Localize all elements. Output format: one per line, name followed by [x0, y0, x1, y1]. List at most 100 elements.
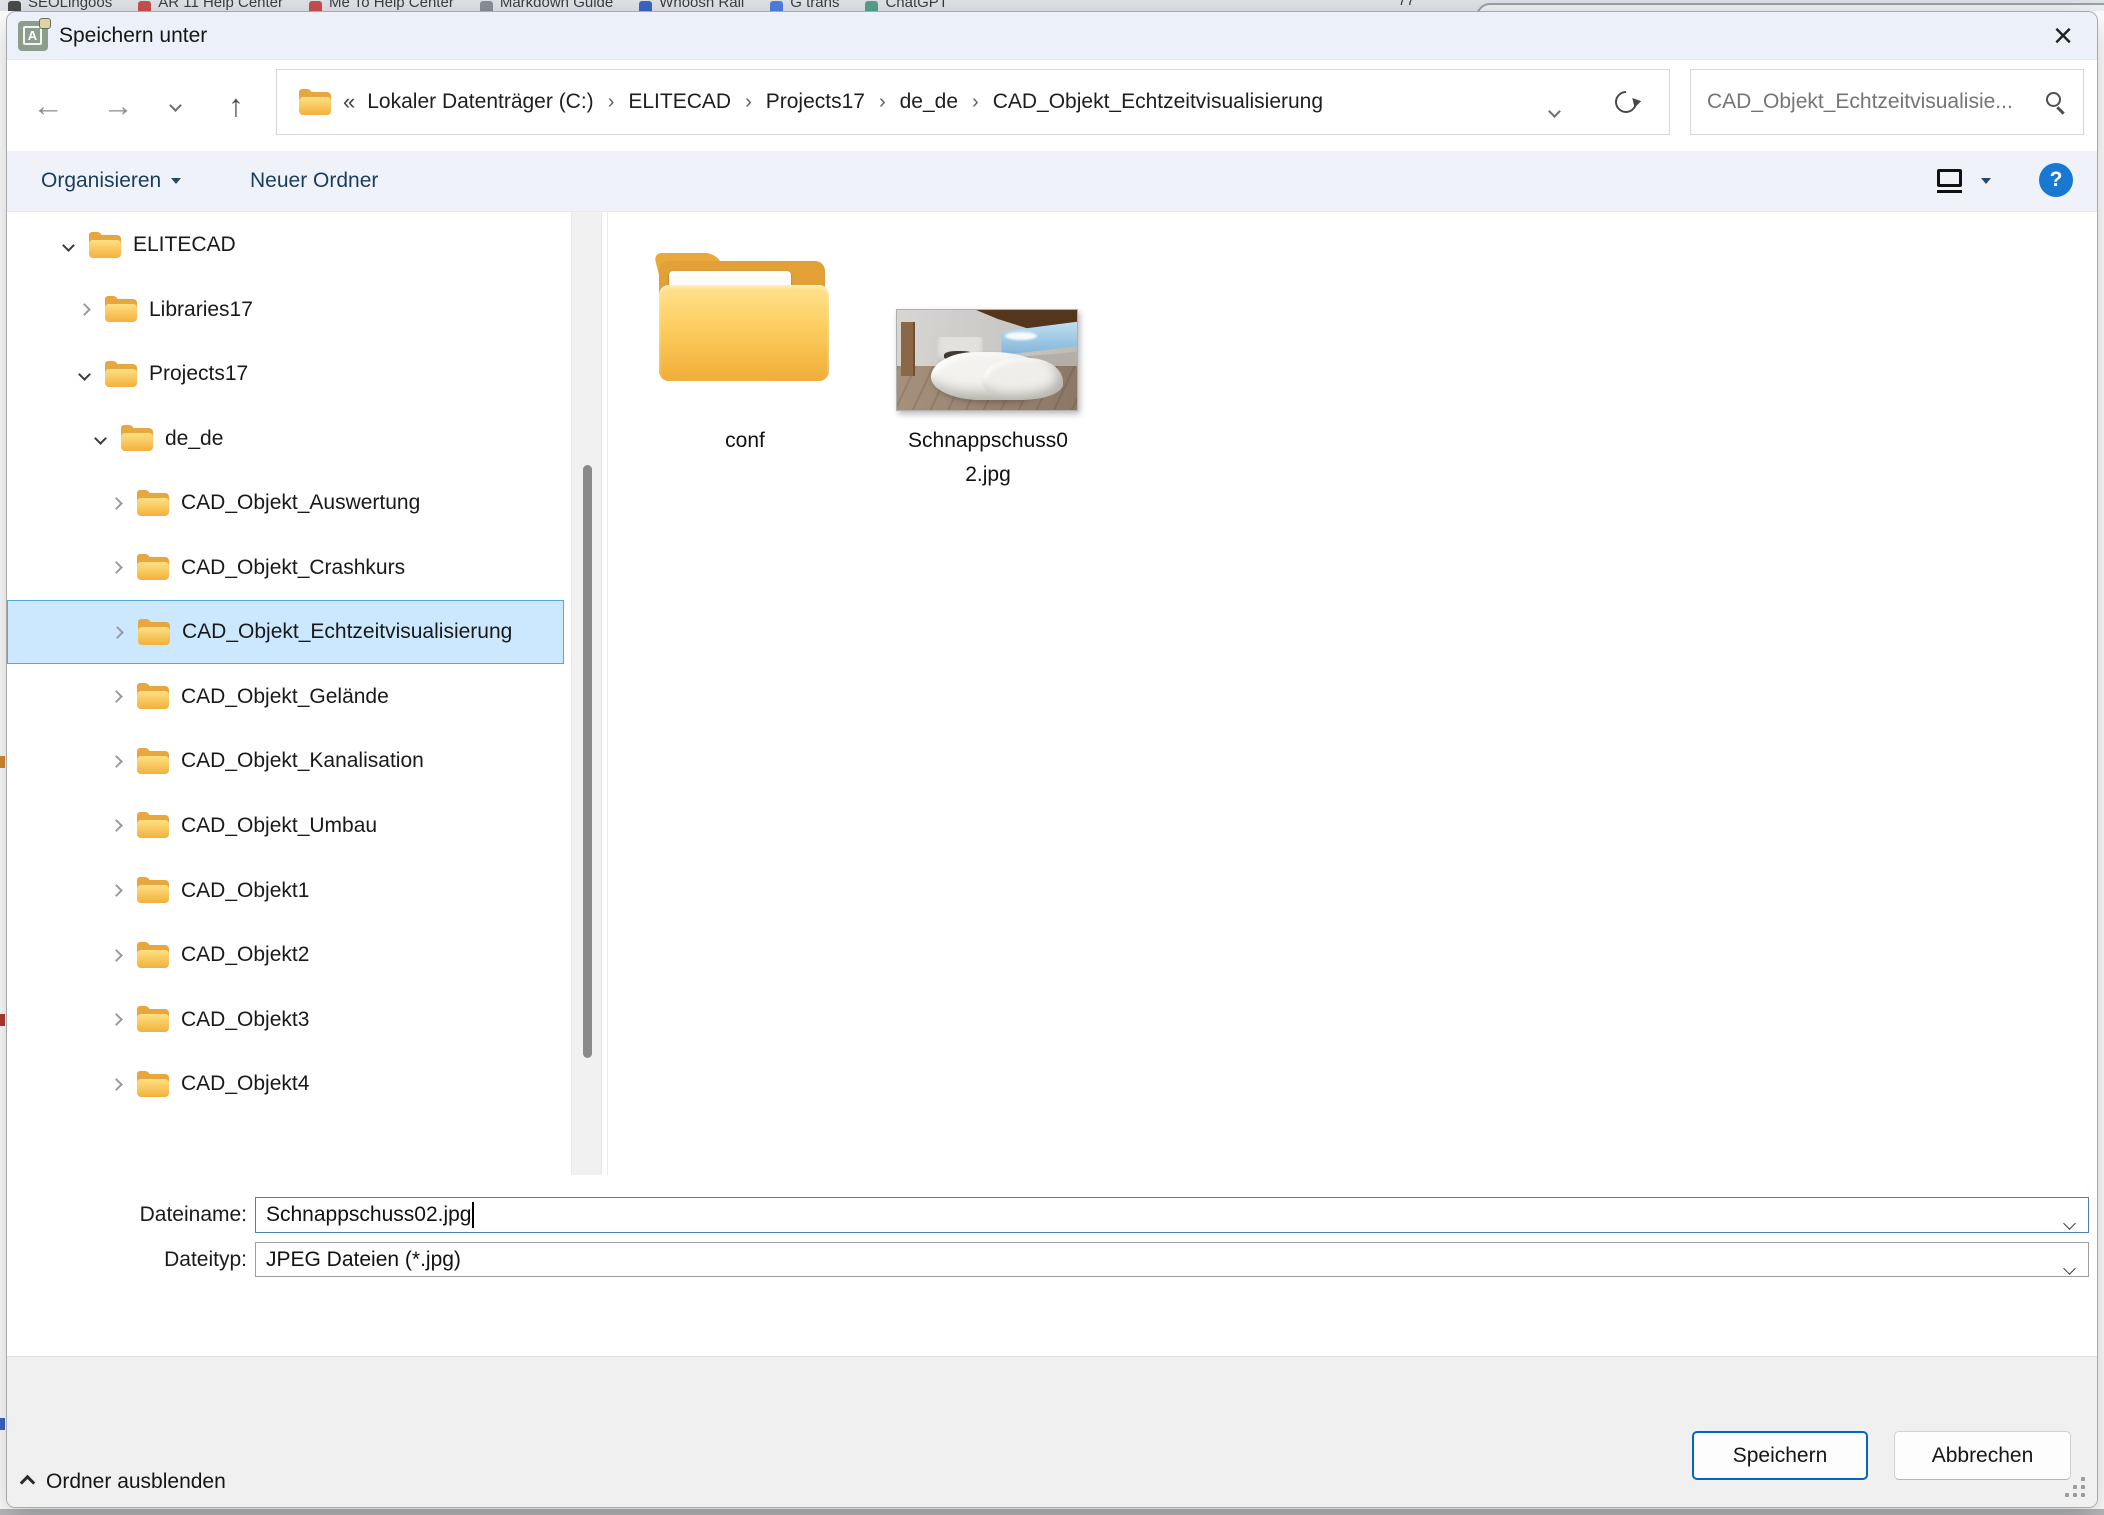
tree-expander-icon[interactable] [62, 239, 75, 252]
folder-icon [299, 90, 331, 115]
breadcrumb-segment[interactable]: Projects17 [764, 90, 867, 114]
tree-expander-icon[interactable] [110, 755, 123, 768]
favicon [865, 1, 878, 11]
bookmark-item[interactable]: ChatGPT [865, 0, 948, 11]
tree-expander-icon[interactable] [110, 884, 123, 897]
tree-item[interactable]: Projects17 [7, 342, 564, 406]
tree-scrollbar[interactable] [571, 212, 602, 1175]
tree-expander-icon[interactable] [110, 690, 123, 703]
tree-item[interactable]: CAD_Objekt4 [7, 1052, 564, 1116]
bookmark-item[interactable]: Whoosh Rail [639, 0, 744, 11]
save-button[interactable]: Speichern [1692, 1431, 1868, 1480]
file-label[interactable]: Schnappschuss0 2.jpg [887, 424, 1089, 492]
tree-expander-icon[interactable] [94, 432, 107, 445]
hide-folders-button[interactable]: Ordner ausblenden [22, 1465, 226, 1499]
refresh-icon[interactable] [1610, 86, 1641, 117]
tree-item-label: CAD_Objekt1 [181, 879, 309, 903]
breadcrumb-segment[interactable]: de_de [898, 90, 960, 114]
tree-item[interactable]: CAD_Objekt_Auswertung [7, 471, 564, 535]
tree-item[interactable]: de_de [7, 407, 564, 471]
cancel-button[interactable]: Abbrechen [1894, 1431, 2071, 1480]
toolbar: Organisieren Neuer Ordner ? [7, 151, 2097, 212]
breadcrumb-segment[interactable]: CAD_Objekt_Echtzeitvisualisierung [991, 90, 1325, 114]
favicon [770, 1, 783, 11]
new-folder-button[interactable]: Neuer Ordner [250, 151, 378, 211]
tree-item[interactable]: CAD_Objekt3 [7, 988, 564, 1052]
folder-tree: ELITECAD Libraries17 Projects17 de_de CA… [7, 212, 565, 1175]
address-bar[interactable]: « Lokaler Datenträger (C:)›ELITECAD›Proj… [276, 69, 1670, 135]
favicon [138, 1, 151, 11]
chevron-down-icon[interactable] [2065, 1210, 2074, 1234]
pane-divider [607, 212, 608, 1175]
bookmark-item[interactable]: AR 11 Help Center [138, 0, 283, 11]
tree-item[interactable]: CAD_Objekt_Crashkurs [7, 536, 564, 600]
folder-icon [137, 878, 169, 903]
tree-item[interactable]: CAD_Objekt_Echtzeitvisualisierung [7, 600, 564, 664]
organize-button[interactable]: Organisieren [41, 151, 181, 211]
search-box[interactable]: CAD_Objekt_Echtzeitvisualisie... [1690, 69, 2084, 135]
tree-item[interactable]: CAD_Objekt2 [7, 923, 564, 987]
tree-expander-icon[interactable] [110, 949, 123, 962]
breadcrumb-segment[interactable]: ELITECAD [626, 90, 733, 114]
tree-expander-icon[interactable] [110, 497, 123, 510]
view-dropdown-caret-icon[interactable] [1981, 178, 1991, 184]
tree-expander-icon[interactable] [78, 303, 91, 316]
resize-grip[interactable] [2065, 1477, 2087, 1499]
tree-expander-icon[interactable] [111, 626, 124, 639]
filename-label: Dateiname: [7, 1203, 247, 1227]
tree-expander-icon[interactable] [110, 820, 123, 833]
address-dropdown[interactable] [1550, 98, 1559, 122]
tree-item-label: CAD_Objekt_Umbau [181, 814, 377, 838]
breadcrumb-segment[interactable]: Lokaler Datenträger (C:) [365, 90, 595, 114]
scrollbar-thumb[interactable] [583, 465, 592, 1058]
help-button[interactable]: ? [2039, 163, 2073, 197]
chevron-down-icon [169, 99, 182, 112]
recent-locations-dropdown[interactable] [155, 60, 195, 151]
filetype-select[interactable]: JPEG Dateien (*.jpg) [255, 1242, 2089, 1277]
chevron-down-icon [1548, 105, 1561, 118]
file-item-conf-folder[interactable] [659, 253, 829, 387]
view-icon [1937, 169, 1962, 187]
view-mode-button[interactable] [1933, 165, 1965, 197]
tree-item[interactable]: CAD_Objekt1 [7, 859, 564, 923]
tree-item[interactable]: CAD_Objekt_Kanalisation [7, 729, 564, 793]
breadcrumb-prefix: « [343, 89, 355, 115]
folder-icon [121, 426, 153, 451]
folder-icon [137, 555, 169, 580]
folder-icon [89, 233, 121, 258]
search-icon [2046, 92, 2061, 107]
filename-input[interactable]: Schnappschuss02.jpg [255, 1197, 2089, 1233]
folder-icon [137, 684, 169, 709]
tree-item[interactable]: CAD_Objekt_Umbau [7, 794, 564, 858]
tree-item-label: Projects17 [149, 362, 248, 386]
forward-button[interactable]: → [95, 60, 141, 151]
close-icon[interactable]: × [2041, 14, 2085, 58]
background-browser-strip: SEOLingoos AR 11 Help Center Me To Help … [0, 0, 2104, 11]
tree-item[interactable]: ELITECAD [7, 213, 564, 277]
chevron-down-icon[interactable] [2065, 1255, 2074, 1279]
tree-expander-icon[interactable] [78, 368, 91, 381]
title-bar: A Speichern unter × [7, 12, 2097, 60]
bookmark-item[interactable]: G trans [770, 0, 839, 11]
tree-expander-icon[interactable] [110, 1078, 123, 1091]
tree-item[interactable]: Libraries17 [7, 278, 564, 342]
bookmark-item[interactable]: Markdown Guide [480, 0, 613, 11]
file-item-image-thumbnail[interactable] [896, 309, 1078, 411]
bookmark-item[interactable]: SEOLingoos [8, 0, 112, 11]
crumb-separator-icon: › [972, 91, 979, 114]
dropdown-caret-icon [171, 178, 181, 184]
tree-expander-icon[interactable] [110, 561, 123, 574]
bookmark-item[interactable]: Me To Help Center [309, 0, 454, 11]
folder-icon [137, 1072, 169, 1097]
tree-item[interactable]: CAD_Objekt_Gelände [7, 665, 564, 729]
file-label[interactable]: conf [659, 424, 831, 458]
favicon [8, 1, 21, 11]
search-input[interactable]: CAD_Objekt_Echtzeitvisualisie... [1707, 70, 2037, 134]
tree-expander-icon[interactable] [110, 1013, 123, 1026]
up-button[interactable]: ↑ [213, 60, 259, 151]
folder-icon [105, 362, 137, 387]
folder-icon [137, 491, 169, 516]
chevron-up-icon [20, 1474, 36, 1490]
back-button[interactable]: ← [25, 60, 71, 151]
text-caret [472, 1202, 474, 1228]
